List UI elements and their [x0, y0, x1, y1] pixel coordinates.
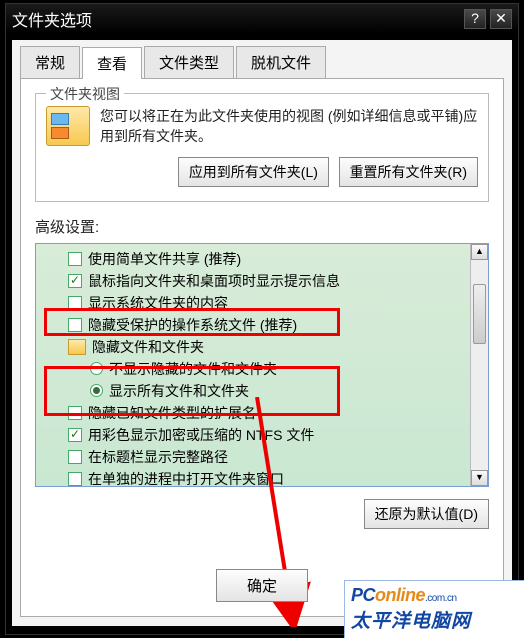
checkbox-icon[interactable]: ✓ [68, 274, 82, 288]
advanced-tree[interactable]: 使用简单文件共享 (推荐) ✓ 鼠标指向文件夹和桌面项时显示提示信息 显示系统文件… [36, 244, 470, 486]
tab-general[interactable]: 常规 [20, 46, 80, 78]
advanced-label: 高级设置: [35, 216, 489, 237]
tab-offline[interactable]: 脱机文件 [236, 46, 326, 78]
opt-hide-ext[interactable]: 隐藏已知文件类型的扩展名 [44, 402, 470, 424]
opt-color-ntfs[interactable]: ✓ 用彩色显示加密或压缩的 NTFS 文件 [44, 424, 470, 446]
group-title: 文件夹视图 [46, 84, 124, 104]
tab-strip: 常规 查看 文件类型 脱机文件 [20, 46, 504, 79]
label: 隐藏受保护的操作系统文件 (推荐) [88, 315, 297, 335]
checkbox-icon[interactable]: ✓ [68, 428, 82, 442]
opt-fullpath-title[interactable]: 在标题栏显示完整路径 [44, 446, 470, 468]
opt-simple-sharing[interactable]: 使用简单文件共享 (推荐) [44, 248, 470, 270]
folder-icon [46, 106, 90, 146]
scroll-up-button[interactable]: ▲ [471, 244, 488, 260]
label: 显示所有文件和文件夹 [109, 381, 249, 401]
restore-row: 还原为默认值(D) [35, 499, 489, 529]
folder-views-row: 您可以将正在为此文件夹使用的视图 (例如详细信息或平铺)应用到所有文件夹。 [46, 106, 478, 147]
folder-options-window: 文件夹选项 ? ✕ 常规 查看 文件类型 脱机文件 文件夹视图 您可以将正在为此… [5, 3, 519, 635]
label: 使用简单文件共享 (推荐) [88, 249, 241, 269]
radio-icon[interactable] [90, 384, 103, 397]
titlebar: 文件夹选项 ? ✕ [6, 4, 518, 34]
radio-icon[interactable] [90, 362, 103, 375]
window-title: 文件夹选项 [12, 7, 460, 31]
label: 隐藏文件和文件夹 [92, 337, 204, 357]
help-button[interactable]: ? [464, 9, 486, 29]
checkbox-icon[interactable] [68, 450, 82, 464]
opt-hover-tips[interactable]: ✓ 鼠标指向文件夹和桌面项时显示提示信息 [44, 270, 470, 292]
folder-views-group: 文件夹视图 您可以将正在为此文件夹使用的视图 (例如详细信息或平铺)应用到所有文… [35, 93, 489, 202]
ok-button[interactable]: 确定 [216, 569, 308, 602]
tree-scrollbar[interactable]: ▲ ▼ [470, 244, 488, 486]
window-body: 常规 查看 文件类型 脱机文件 文件夹视图 您可以将正在为此文件夹使用的视图 (… [12, 40, 512, 626]
label: 用彩色显示加密或压缩的 NTFS 文件 [88, 425, 314, 445]
opt-show-sys-contents[interactable]: 显示系统文件夹的内容 [44, 292, 470, 314]
scroll-down-button[interactable]: ▼ [471, 470, 488, 486]
folder-views-buttons: 应用到所有文件夹(L) 重置所有文件夹(R) [46, 157, 478, 187]
label: 隐藏已知文件类型的扩展名 [88, 403, 256, 423]
advanced-tree-container: 使用简单文件共享 (推荐) ✓ 鼠标指向文件夹和桌面项时显示提示信息 显示系统文件… [35, 243, 489, 487]
tab-view[interactable]: 查看 [82, 47, 142, 79]
tab-page-view: 文件夹视图 您可以将正在为此文件夹使用的视图 (例如详细信息或平铺)应用到所有文… [20, 79, 504, 617]
label: 鼠标指向文件夹和桌面项时显示提示信息 [88, 271, 340, 291]
checkbox-icon[interactable] [68, 318, 82, 332]
checkbox-icon[interactable] [68, 406, 82, 420]
watermark: PConline.com.cn 太平洋电脑网 [344, 580, 524, 638]
checkbox-icon[interactable] [68, 472, 82, 486]
reset-all-button[interactable]: 重置所有文件夹(R) [339, 157, 478, 187]
checkbox-icon[interactable] [68, 296, 82, 310]
label: 显示系统文件夹的内容 [88, 293, 228, 313]
checkbox-icon[interactable] [68, 252, 82, 266]
label: 在标题栏显示完整路径 [88, 447, 228, 467]
close-button[interactable]: ✕ [490, 9, 512, 29]
folder-views-desc: 您可以将正在为此文件夹使用的视图 (例如详细信息或平铺)应用到所有文件夹。 [100, 106, 478, 147]
watermark-cn: 太平洋电脑网 [351, 606, 518, 633]
opt-hidden-group[interactable]: 隐藏文件和文件夹 [44, 336, 470, 358]
opt-separate-process[interactable]: 在单独的进程中打开文件夹窗口 [44, 468, 470, 486]
opt-show-all[interactable]: 显示所有文件和文件夹 [44, 380, 470, 402]
apply-all-button[interactable]: 应用到所有文件夹(L) [178, 157, 329, 187]
watermark-logo: PConline.com.cn [351, 585, 518, 606]
opt-hide-hidden[interactable]: 不显示隐藏的文件和文件夹 [44, 358, 470, 380]
label: 在单独的进程中打开文件夹窗口 [88, 469, 284, 486]
scroll-thumb[interactable] [473, 284, 486, 344]
tab-filetypes[interactable]: 文件类型 [144, 46, 234, 78]
label: 不显示隐藏的文件和文件夹 [109, 359, 277, 379]
opt-hide-protected-os[interactable]: 隐藏受保护的操作系统文件 (推荐) [44, 314, 470, 336]
folder-node-icon [68, 339, 86, 355]
restore-defaults-button[interactable]: 还原为默认值(D) [364, 499, 489, 529]
